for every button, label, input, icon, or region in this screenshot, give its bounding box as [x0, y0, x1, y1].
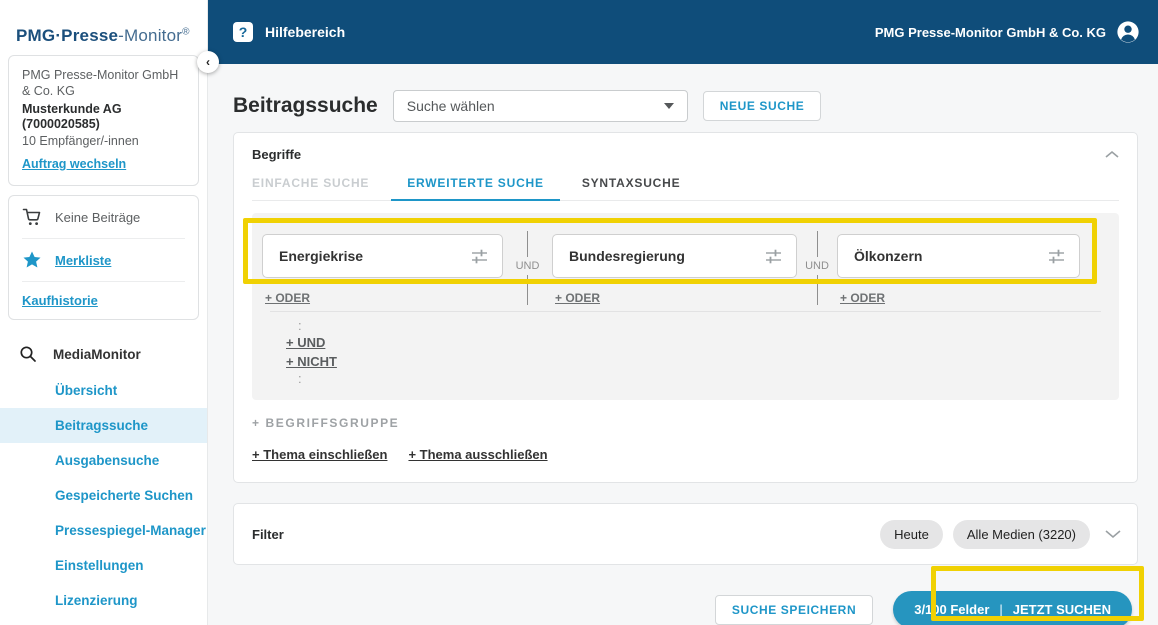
- search-select-value: Suche wählen: [406, 98, 495, 114]
- tab-einfache-suche[interactable]: EINFACHE SUCHE: [236, 176, 385, 200]
- sidebar-collapse-button[interactable]: ‹: [197, 51, 219, 73]
- page-header-row: Beitragssuche Suche wählen NEUE SUCHE: [233, 90, 1138, 122]
- logo-text-secondary: -Monitor: [118, 26, 183, 45]
- brand-logo: PMG·Presse-Monitor®: [0, 0, 207, 46]
- star-icon: [23, 251, 41, 268]
- search-select[interactable]: Suche wählen: [392, 90, 688, 122]
- search-now-button[interactable]: 3/100 Felder | JETZT SUCHEN: [893, 591, 1132, 625]
- search-icon: [20, 346, 36, 362]
- quick-access-card: Keine Beiträge Merkliste Kaufhistorie: [8, 195, 199, 320]
- topbar-company-label: PMG Presse-Monitor GmbH & Co. KG: [874, 24, 1106, 40]
- sidebar-item-gespeicherte-suchen[interactable]: Gespeicherte Suchen: [0, 478, 207, 513]
- menu-title: MediaMonitor: [53, 346, 141, 362]
- account-card: PMG Presse-Monitor GmbH & Co. KG Musterk…: [8, 55, 199, 186]
- filter-card: Filter Heute Alle Medien (3220): [233, 503, 1138, 565]
- connector-und-1-label: UND: [515, 260, 540, 272]
- new-search-button[interactable]: NEUE SUCHE: [702, 91, 822, 121]
- help-area[interactable]: ? Hilfebereich: [233, 22, 345, 42]
- add-und-link[interactable]: + UND: [286, 335, 325, 350]
- terms-card: Begriffe EINFACHE SUCHE ERWEITERTE SUCHE…: [233, 132, 1138, 483]
- theme-links-row: + Thema einschließen + Thema ausschließe…: [252, 447, 1119, 462]
- ellipsis-dots: :: [298, 371, 302, 386]
- main-menu: MediaMonitor Übersicht Beitragssuche Aus…: [0, 335, 207, 618]
- connector-und-2-label: UND: [805, 260, 829, 272]
- caret-down-icon: [663, 103, 674, 109]
- term-field-1[interactable]: Energiekrise: [262, 234, 503, 278]
- filter-chip-alle-medien[interactable]: Alle Medien (3220): [952, 519, 1090, 549]
- sidebar-item-pressespiegel-manager[interactable]: Pressespiegel-Manager: [0, 513, 207, 548]
- cart-icon: [22, 208, 41, 225]
- tune-icon[interactable]: [764, 247, 783, 266]
- ellipsis-dots: :: [298, 318, 302, 333]
- tab-erweiterte-suche[interactable]: ERWEITERTE SUCHE: [391, 176, 560, 201]
- cart-row[interactable]: Keine Beiträge: [22, 196, 185, 238]
- purchase-history-row[interactable]: Kaufhistorie: [22, 282, 185, 319]
- menu-header: MediaMonitor: [0, 335, 207, 373]
- watchlist-row[interactable]: Merkliste: [22, 239, 185, 281]
- connector-und-2: UND: [797, 231, 837, 305]
- term-field-2[interactable]: Bundesregierung: [552, 234, 797, 278]
- term-field-3[interactable]: Ölkonzern: [837, 234, 1080, 278]
- app-window: PMG·Presse-Monitor® PMG Presse-Monitor G…: [0, 0, 1158, 625]
- sidebar-item-lizenzierung[interactable]: Lizenzierung: [0, 583, 207, 618]
- logic-links-block: : + UND + NICHT :: [262, 312, 1109, 388]
- terms-card-title: Begriffe: [252, 147, 302, 162]
- connector-line: [527, 275, 528, 305]
- cart-status-label: Keine Beiträge: [55, 209, 141, 225]
- tune-icon[interactable]: [470, 247, 489, 266]
- add-nicht-link[interactable]: + NICHT: [286, 354, 337, 369]
- help-label: Hilfebereich: [265, 24, 346, 40]
- add-oder-link-1[interactable]: + ODER: [265, 291, 310, 305]
- term-column-3: Ölkonzern + ODER: [837, 234, 1080, 305]
- exclude-topic-link[interactable]: + Thema ausschließen: [408, 447, 547, 462]
- user-area: PMG Presse-Monitor GmbH & Co. KG: [875, 20, 1140, 44]
- account-recipients: 10 Empfänger/-innen: [22, 134, 139, 148]
- sidebar-item-uebersicht[interactable]: Übersicht: [0, 373, 207, 408]
- filter-chip-heute[interactable]: Heute: [880, 519, 943, 549]
- switch-order-link[interactable]: Auftrag wechseln: [22, 157, 126, 171]
- sidebar-item-einstellungen[interactable]: Einstellungen: [0, 548, 207, 583]
- watchlist-link[interactable]: Merkliste: [55, 253, 111, 268]
- account-customer: Musterkunde AG (7000020585): [22, 102, 122, 131]
- term-column-1: Energiekrise + ODER: [262, 234, 503, 305]
- tab-syntaxsuche[interactable]: SYNTAXSUCHE: [566, 176, 697, 200]
- term-column-2: Bundesregierung + ODER: [552, 234, 797, 305]
- top-bar: ? Hilfebereich PMG Presse-Monitor GmbH &…: [208, 0, 1158, 64]
- expand-down-icon[interactable]: [1105, 529, 1121, 539]
- collapse-up-icon[interactable]: [1105, 150, 1119, 159]
- add-oder-link-2[interactable]: + ODER: [555, 291, 600, 305]
- help-icon[interactable]: ?: [233, 22, 253, 42]
- logo-text-primary: PMG·Presse: [16, 26, 119, 45]
- purchase-history-link[interactable]: Kaufhistorie: [22, 293, 98, 308]
- filter-card-title: Filter: [252, 526, 284, 542]
- page-title: Beitragssuche: [233, 94, 378, 117]
- add-oder-link-3[interactable]: + ODER: [840, 291, 885, 305]
- field-count-label: 3/100 Felder: [914, 602, 990, 617]
- pipe-divider: |: [999, 602, 1003, 617]
- term-field-1-value: Energiekrise: [279, 248, 364, 264]
- sidebar-item-ausgabensuche[interactable]: Ausgabensuche: [0, 443, 207, 478]
- connector-line: [816, 231, 818, 257]
- term-field-2-value: Bundesregierung: [569, 248, 685, 264]
- search-mode-tabs: EINFACHE SUCHE ERWEITERTE SUCHE SYNTAXSU…: [252, 176, 1119, 201]
- sidebar-item-beitragssuche[interactable]: Beitragssuche: [0, 408, 207, 443]
- connector-line: [527, 231, 528, 257]
- term-row: Energiekrise + ODER UND Bundesregierung: [262, 231, 1109, 305]
- user-avatar-icon[interactable]: [1116, 20, 1140, 44]
- search-now-label: JETZT SUCHEN: [1012, 602, 1111, 617]
- save-search-button[interactable]: SUCHE SPEICHERN: [714, 594, 874, 625]
- term-field-3-value: Ölkonzern: [854, 248, 923, 264]
- connector-und-1: UND: [503, 231, 552, 305]
- connector-line: [816, 275, 818, 305]
- term-builder-panel: Energiekrise + ODER UND Bundesregierung: [252, 213, 1119, 400]
- logo-registered-mark: ®: [182, 26, 190, 38]
- sidebar: PMG·Presse-Monitor® PMG Presse-Monitor G…: [0, 0, 208, 625]
- main-content: Beitragssuche Suche wählen NEUE SUCHE Be…: [208, 64, 1158, 625]
- terms-card-header: Begriffe: [252, 147, 1119, 162]
- account-company: PMG Presse-Monitor GmbH & Co. KG: [22, 68, 179, 98]
- actions-row: SUCHE SPEICHERN 3/100 Felder | JETZT SUC…: [233, 591, 1138, 625]
- add-begriffsgruppe-link[interactable]: + BEGRIFFSGRUPPE: [252, 416, 1119, 430]
- include-topic-link[interactable]: + Thema einschließen: [252, 447, 387, 462]
- tune-icon[interactable]: [1047, 247, 1066, 266]
